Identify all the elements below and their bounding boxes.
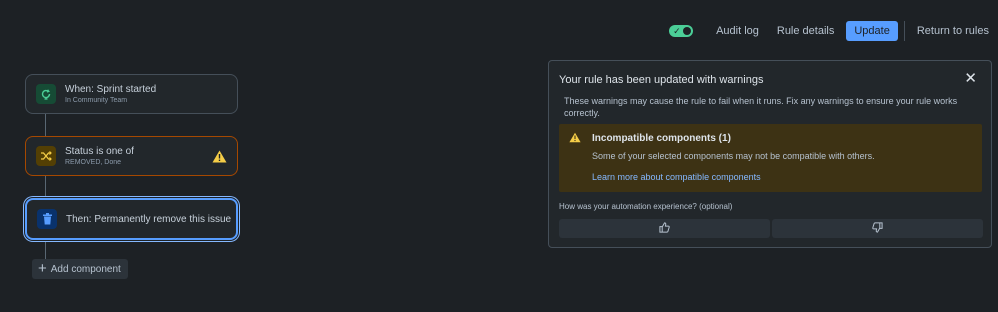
update-button[interactable]: Update <box>846 21 898 41</box>
rule-updated-panel: Your rule has been updated with warnings… <box>548 60 992 248</box>
return-to-rules-button[interactable]: Return to rules <box>908 21 998 41</box>
trash-icon <box>37 209 57 229</box>
trigger-node[interactable]: When: Sprint started In Community Team <box>25 74 238 114</box>
top-toolbar: ✓ Audit log Rule details Update Return t… <box>669 20 998 42</box>
shuffle-icon <box>36 146 56 166</box>
add-component-button[interactable]: + Add component <box>32 259 128 279</box>
warning-icon <box>212 150 227 163</box>
warning-title: Incompatible components (1) <box>592 133 731 144</box>
condition-subtitle: REMOVED, Done <box>65 158 122 166</box>
rule-details-button[interactable]: Rule details <box>768 21 843 41</box>
thumbs-up-button[interactable] <box>559 219 770 238</box>
add-component-label: Add component <box>50 263 121 275</box>
sprint-icon <box>36 84 56 104</box>
condition-title: Status is one of <box>65 145 134 157</box>
warning-message: Incompatible components (1) Some of your… <box>559 124 982 192</box>
action-title: Then: Permanently remove this issue <box>66 213 232 225</box>
audit-log-button[interactable]: Audit log <box>707 21 768 41</box>
thumbs-up-icon <box>659 221 670 236</box>
thumbs-down-icon <box>872 221 883 236</box>
trigger-title: When: Sprint started <box>65 83 157 95</box>
compatible-components-link[interactable]: Learn more about compatible components <box>592 172 761 182</box>
panel-title: Your rule has been updated with warnings <box>559 74 764 86</box>
toolbar-divider <box>903 21 905 41</box>
toggle-knob <box>683 27 692 35</box>
condition-node[interactable]: Status is one of REMOVED, Done <box>25 136 238 176</box>
thumbs-down-button[interactable] <box>772 219 983 238</box>
warning-body: Some of your selected components may not… <box>592 151 875 161</box>
trigger-subtitle: In Community Team <box>65 96 128 104</box>
plus-icon: + <box>38 260 47 277</box>
close-icon[interactable]: ✕ <box>964 71 977 87</box>
panel-description: These warnings may cause the rule to fai… <box>564 96 958 118</box>
rule-enabled-toggle[interactable]: ✓ <box>669 25 694 37</box>
feedback-question: How was your automation experience? (opt… <box>559 202 733 211</box>
check-icon: ✓ <box>673 26 681 36</box>
action-node[interactable]: Then: Permanently remove this issue <box>25 198 238 240</box>
warning-icon <box>569 132 581 146</box>
